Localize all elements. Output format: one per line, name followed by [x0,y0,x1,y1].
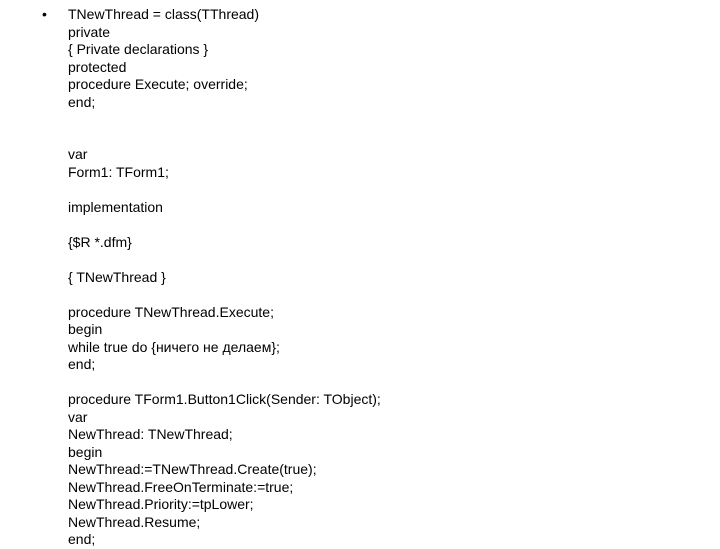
bullet-icon: • [40,6,68,24]
slide-content: • TNewThread = class(TThread) private { … [0,6,720,549]
code-listing: TNewThread = class(TThread) private { Pr… [68,6,381,549]
